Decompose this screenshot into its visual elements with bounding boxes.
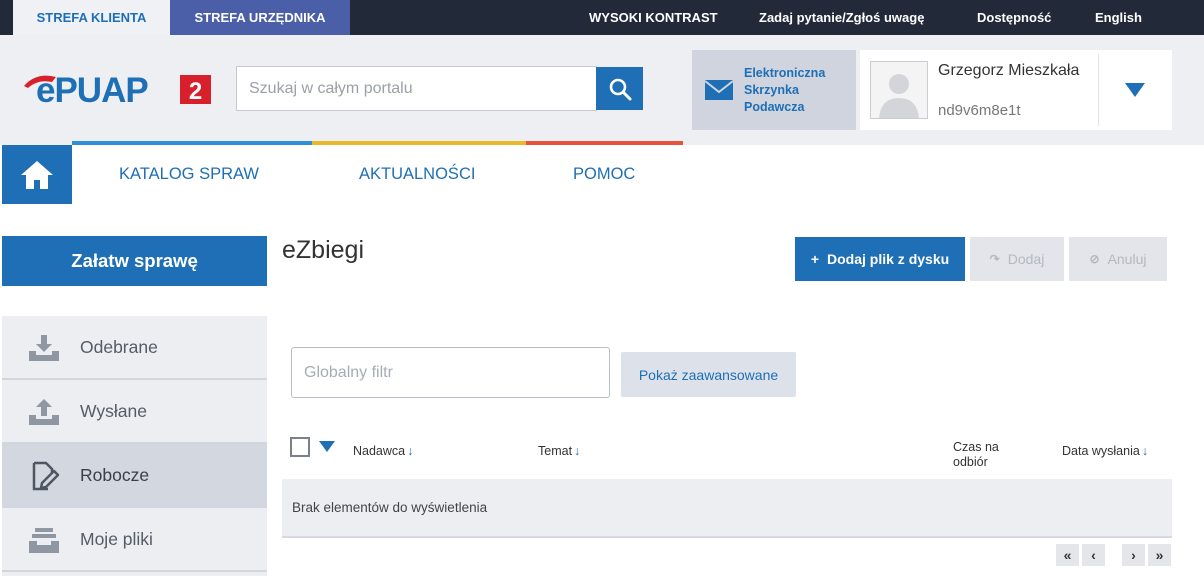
add-label: Dodaj: [1007, 251, 1045, 267]
sidebar-item-drafts[interactable]: Robocze: [2, 444, 267, 508]
show-advanced-button[interactable]: Pokaż zaawansowane: [621, 352, 796, 397]
tab-client-zone[interactable]: STREFA KLIENTA: [13, 0, 170, 35]
inbox-download-icon: [28, 333, 60, 363]
sidebar-item-received[interactable]: Odebrane: [2, 316, 267, 380]
epuap-logo[interactable]: ePUAP 2: [22, 70, 214, 110]
nav-news[interactable]: AKTUALNOŚCI: [359, 145, 475, 204]
nav-catalog[interactable]: KATALOG SPRAW: [119, 145, 259, 204]
page-prev-button[interactable]: ‹: [1082, 544, 1105, 566]
sidebar-item-sent[interactable]: Wysłane: [2, 380, 267, 444]
global-filter-input[interactable]: [291, 347, 610, 398]
envelope-icon: [704, 80, 734, 100]
sort-arrow-icon: ↓: [407, 444, 414, 458]
add-button[interactable]: ↷ Dodaj: [970, 237, 1064, 281]
sidebar-item-label: Odebrane: [80, 336, 158, 357]
sidebar-item-label: Wysłane: [80, 400, 147, 421]
top-bar: STREFA KLIENTA STREFA URZĘDNIKA WYSOKI K…: [0, 0, 1204, 35]
column-pickup-time[interactable]: Czas na odbiór: [953, 440, 1023, 470]
english-link[interactable]: English: [1095, 0, 1142, 35]
empty-table-message: Brak elementów do wyświetlenia: [282, 479, 1172, 538]
avatar: [870, 61, 928, 119]
file-tray-icon: [28, 525, 60, 555]
search-button[interactable]: [596, 67, 643, 110]
select-menu-chevron-icon[interactable]: [319, 441, 335, 452]
column-subject[interactable]: Temat ↓: [538, 444, 580, 459]
sidebar-item-label: Moje pliki: [80, 528, 153, 549]
accessibility-link[interactable]: Dostępność: [977, 0, 1051, 35]
column-subject-label: Temat: [538, 444, 573, 458]
user-name: Grzegorz Mieszkała: [938, 62, 1080, 79]
page-last-button[interactable]: »: [1148, 544, 1171, 566]
select-all-checkbox[interactable]: [290, 437, 310, 457]
column-sender-label: Nadawca: [353, 444, 406, 458]
search-icon: [609, 78, 631, 100]
tab-official-zone[interactable]: STREFA URZĘDNIKA: [170, 0, 350, 35]
logo-text: ePUAP: [36, 71, 148, 110]
column-sender[interactable]: Nadawca ↓: [353, 444, 413, 459]
add-file-label: Dodaj plik z dysku: [827, 251, 950, 267]
logo-badge: 2: [189, 78, 202, 105]
sort-arrow-icon: ↓: [574, 444, 581, 458]
sidebar-item-my-files[interactable]: Moje pliki: [2, 508, 267, 572]
esp-button[interactable]: Elektroniczna Skrzynka Podawcza: [692, 50, 856, 130]
ask-question-link[interactable]: Zadaj pytanie/Zgłoś uwagę: [759, 0, 924, 35]
plus-icon: +: [810, 251, 820, 267]
column-sent-date-label: Data wysłania: [1062, 444, 1140, 458]
home-icon: [21, 160, 53, 189]
handle-matter-button[interactable]: Załatw sprawę: [2, 236, 267, 286]
redo-icon: ↷: [989, 252, 1000, 266]
high-contrast-link[interactable]: WYSOKI KONTRAST: [589, 0, 718, 35]
page-next-button[interactable]: ›: [1122, 544, 1145, 566]
cancel-button[interactable]: ⊘ Anuluj: [1069, 237, 1167, 281]
page-first-button[interactable]: «: [1056, 544, 1079, 566]
page-title: eZbiegi: [282, 236, 364, 264]
home-button[interactable]: [2, 145, 72, 204]
user-menu-toggle[interactable]: [1098, 50, 1172, 130]
chevron-down-icon: [1125, 83, 1145, 97]
search-input[interactable]: [236, 66, 597, 111]
column-sent-date[interactable]: Data wysłania ↓: [1062, 444, 1148, 459]
add-file-button[interactable]: + Dodaj plik z dysku: [795, 237, 965, 281]
sidebar-item-label: Robocze: [80, 464, 150, 485]
sidebar: Odebrane Wysłane Robocze Moje pliki: [2, 316, 267, 576]
outbox-upload-icon: [28, 397, 60, 427]
cancel-label: Anuluj: [1107, 251, 1147, 267]
ban-icon: ⊘: [1089, 252, 1100, 266]
edit-document-icon: [28, 461, 60, 491]
user-avatar-icon: [879, 74, 919, 118]
user-id: nd9v6m8e1t: [938, 102, 1021, 119]
esp-label: Elektroniczna Skrzynka Podawcza: [744, 65, 826, 114]
nav-help[interactable]: POMOC: [573, 145, 635, 204]
sort-arrow-icon: ↓: [1141, 444, 1149, 458]
user-panel: Grzegorz Mieszkała nd9v6m8e1t: [860, 50, 1172, 130]
